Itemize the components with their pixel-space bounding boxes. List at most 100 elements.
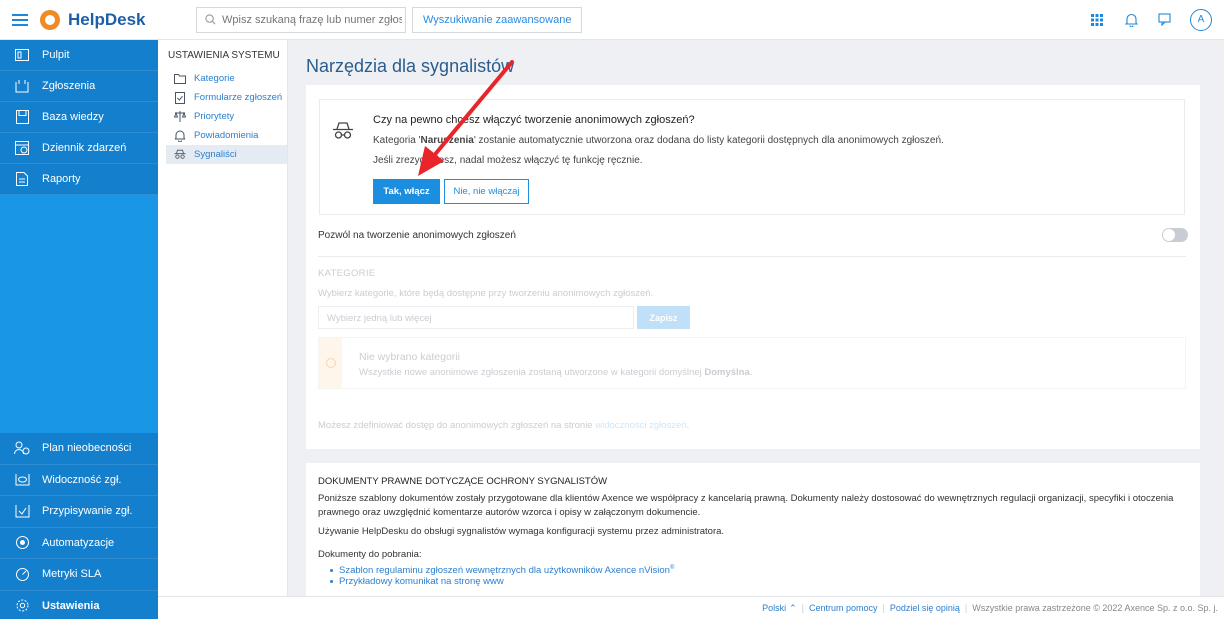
categories-description: Wybierz kategorie, które będą dostępne p… — [318, 288, 654, 299]
bell-icon — [174, 130, 186, 142]
subnav-item-sygnalisci[interactable]: Sygnaliści — [166, 145, 287, 164]
confirm-question: Czy na pewno chcesz włączyć tworzenie an… — [373, 114, 695, 126]
nav-item-pulpit[interactable]: Pulpit — [0, 40, 158, 71]
nav-item-zgloszenia[interactable]: Zgłoszenia — [0, 71, 158, 102]
bell-icon[interactable] — [1122, 11, 1140, 29]
reports-icon — [14, 171, 30, 187]
nav-item-przypisywanie[interactable]: Przypisywanie zgł. — [0, 496, 158, 528]
search-icon — [205, 14, 216, 25]
no-do-not-enable-button[interactable]: Nie, nie włączaj — [444, 179, 529, 204]
page-title: Narzędzia dla sygnalistów — [306, 56, 515, 76]
nav-label: Ustawienia — [42, 599, 100, 612]
advanced-search-link[interactable]: Wyszukiwanie zaawansowane — [412, 6, 583, 33]
incognito-icon — [174, 149, 186, 161]
save-button[interactable]: Zapisz — [637, 306, 690, 329]
nav-item-widocznosc[interactable]: Widoczność zgł. — [0, 464, 158, 496]
docs-link-regulations[interactable]: Szablon regulaminu zgłoszeń wewnętrznych… — [330, 565, 674, 576]
nav-label: Widoczność zgł. — [42, 473, 122, 486]
divider — [318, 256, 1186, 257]
nav-item-plan-nieobecnosci[interactable]: Plan nieobecności — [0, 433, 158, 465]
subnav-label: Priorytety — [194, 111, 235, 122]
feedback-link[interactable]: Podziel się opinią — [890, 603, 960, 613]
confirm-dialog: Czy na pewno chcesz włączyć tworzenie an… — [319, 99, 1185, 215]
nav-item-baza-wiedzy[interactable]: Baza wiedzy — [0, 102, 158, 133]
docs-link-sample-notice[interactable]: Przykładowy komunikat na stronę www — [330, 576, 674, 587]
app-name: HelpDesk — [68, 9, 146, 29]
settings-subnav: USTAWIENIA SYSTEMU Kategorie Formularze … — [158, 40, 288, 596]
incognito-icon — [332, 122, 354, 144]
nav-label: Metryki SLA — [42, 568, 102, 581]
nav-label: Pulpit — [42, 49, 70, 61]
absence-plan-icon — [14, 440, 30, 456]
docs-intro: Poniższe szablony dokumentów zostały prz… — [318, 493, 1174, 518]
nav-label: Automatyzacje — [42, 536, 115, 549]
avatar[interactable]: A — [1190, 8, 1212, 31]
search-input[interactable] — [222, 13, 402, 26]
form-icon — [174, 91, 186, 104]
menu-icon[interactable] — [0, 0, 40, 40]
apps-grid-icon[interactable] — [1088, 11, 1106, 29]
subnav-item-priorytety[interactable]: Priorytety — [166, 107, 287, 126]
access-info: Możesz zdefiniować dostęp do anonimowych… — [318, 420, 690, 431]
categories-title: KATEGORIE — [318, 268, 376, 279]
logo[interactable]: HelpDesk — [40, 9, 160, 30]
warning-strip — [319, 338, 342, 388]
chat-icon[interactable] — [1156, 11, 1174, 29]
allow-anonymous-label: Pozwól na tworzenie anonimowych zgłoszeń — [318, 230, 516, 241]
nav-item-metryki-sla[interactable]: Metryki SLA — [0, 559, 158, 591]
search-box[interactable] — [196, 6, 406, 33]
nav-label: Przypisywanie zgł. — [42, 505, 133, 518]
legal-documents-card: DOKUMENTY PRAWNE DOTYCZĄCE OCHRONY SYGNA… — [306, 463, 1200, 596]
visibility-page-link[interactable]: widoczności zgłoszeń — [595, 420, 686, 431]
nav-label: Zgłoszenia — [42, 80, 96, 92]
subnav-item-formularze[interactable]: Formularze zgłoszeń — [166, 88, 287, 107]
yes-enable-button[interactable]: Tak, włącz — [373, 179, 440, 204]
docs-title: DOKUMENTY PRAWNE DOTYCZĄCE OCHRONY SYGNA… — [318, 476, 608, 487]
assignment-icon — [14, 503, 30, 519]
settings-icon — [14, 598, 30, 614]
separator: | — [964, 603, 968, 613]
categories-select[interactable]: Wybierz jedną lub więcej — [318, 306, 634, 329]
nav-item-automatyzacje[interactable]: Automatyzacje — [0, 527, 158, 559]
subnav-label: Powiadomienia — [194, 130, 259, 141]
subnav-label: Kategorie — [194, 73, 235, 84]
help-center-link[interactable]: Centrum pomocy — [809, 603, 878, 613]
scales-icon — [174, 111, 186, 123]
nav-item-ustawienia[interactable]: Ustawienia — [0, 590, 158, 619]
subnav-item-powiadomienia[interactable]: Powiadomienia — [166, 126, 287, 145]
subnav-label: Sygnaliści — [194, 149, 237, 160]
warning-title: Nie wybrano kategorii — [359, 351, 460, 363]
dashboard-icon — [14, 47, 30, 63]
subnav-title: USTAWIENIA SYSTEMU — [168, 50, 280, 61]
copyright: Wszystkie prawa zastrzeżone © 2022 Axenc… — [972, 603, 1218, 613]
separator: | — [882, 603, 885, 613]
docs-download-list: Szablon regulaminu zgłoszeń wewnętrznych… — [330, 565, 674, 587]
lifebuoy-icon — [40, 9, 60, 30]
warning-text: Wszystkie nowe anonimowe zgłoszenia zost… — [359, 367, 753, 378]
nav-label: Raporty — [42, 173, 81, 185]
allow-anonymous-toggle[interactable] — [1162, 228, 1188, 242]
folder-icon — [174, 73, 186, 85]
docs-download-label: Dokumenty do pobrania: — [318, 549, 422, 560]
automation-icon — [14, 535, 30, 551]
nav-label: Baza wiedzy — [42, 111, 104, 123]
nav-label: Dziennik zdarzeń — [42, 142, 127, 154]
nav-item-dziennik-zdarzen[interactable]: Dziennik zdarzeń — [0, 133, 158, 164]
tickets-icon — [14, 78, 30, 94]
separator: | — [801, 603, 804, 613]
info-icon — [325, 358, 336, 368]
docs-admin-note: Używanie HelpDesku do obsługi sygnalistó… — [318, 526, 725, 537]
language-selector[interactable]: Polski — [762, 603, 786, 613]
confirm-category-info: Kategoria 'Naruszenia' zostanie automaty… — [373, 135, 944, 146]
event-log-icon — [14, 140, 30, 156]
sla-icon — [14, 566, 30, 582]
nav-item-raporty[interactable]: Raporty — [0, 164, 158, 195]
chevron-up-icon[interactable]: ⌃ — [789, 603, 797, 614]
nav-label: Plan nieobecności — [42, 442, 132, 455]
main-navigation: Pulpit Zgłoszenia Baza wiedzy Dziennik z… — [0, 40, 158, 619]
no-category-warning: Nie wybrano kategorii Wszystkie nowe ano… — [318, 337, 1186, 389]
subnav-label: Formularze zgłoszeń — [194, 92, 283, 103]
visibility-icon — [14, 472, 30, 488]
footer: Polski ⌃ | Centrum pomocy | Podziel się … — [158, 596, 1224, 619]
subnav-item-kategorie[interactable]: Kategorie — [166, 69, 287, 88]
